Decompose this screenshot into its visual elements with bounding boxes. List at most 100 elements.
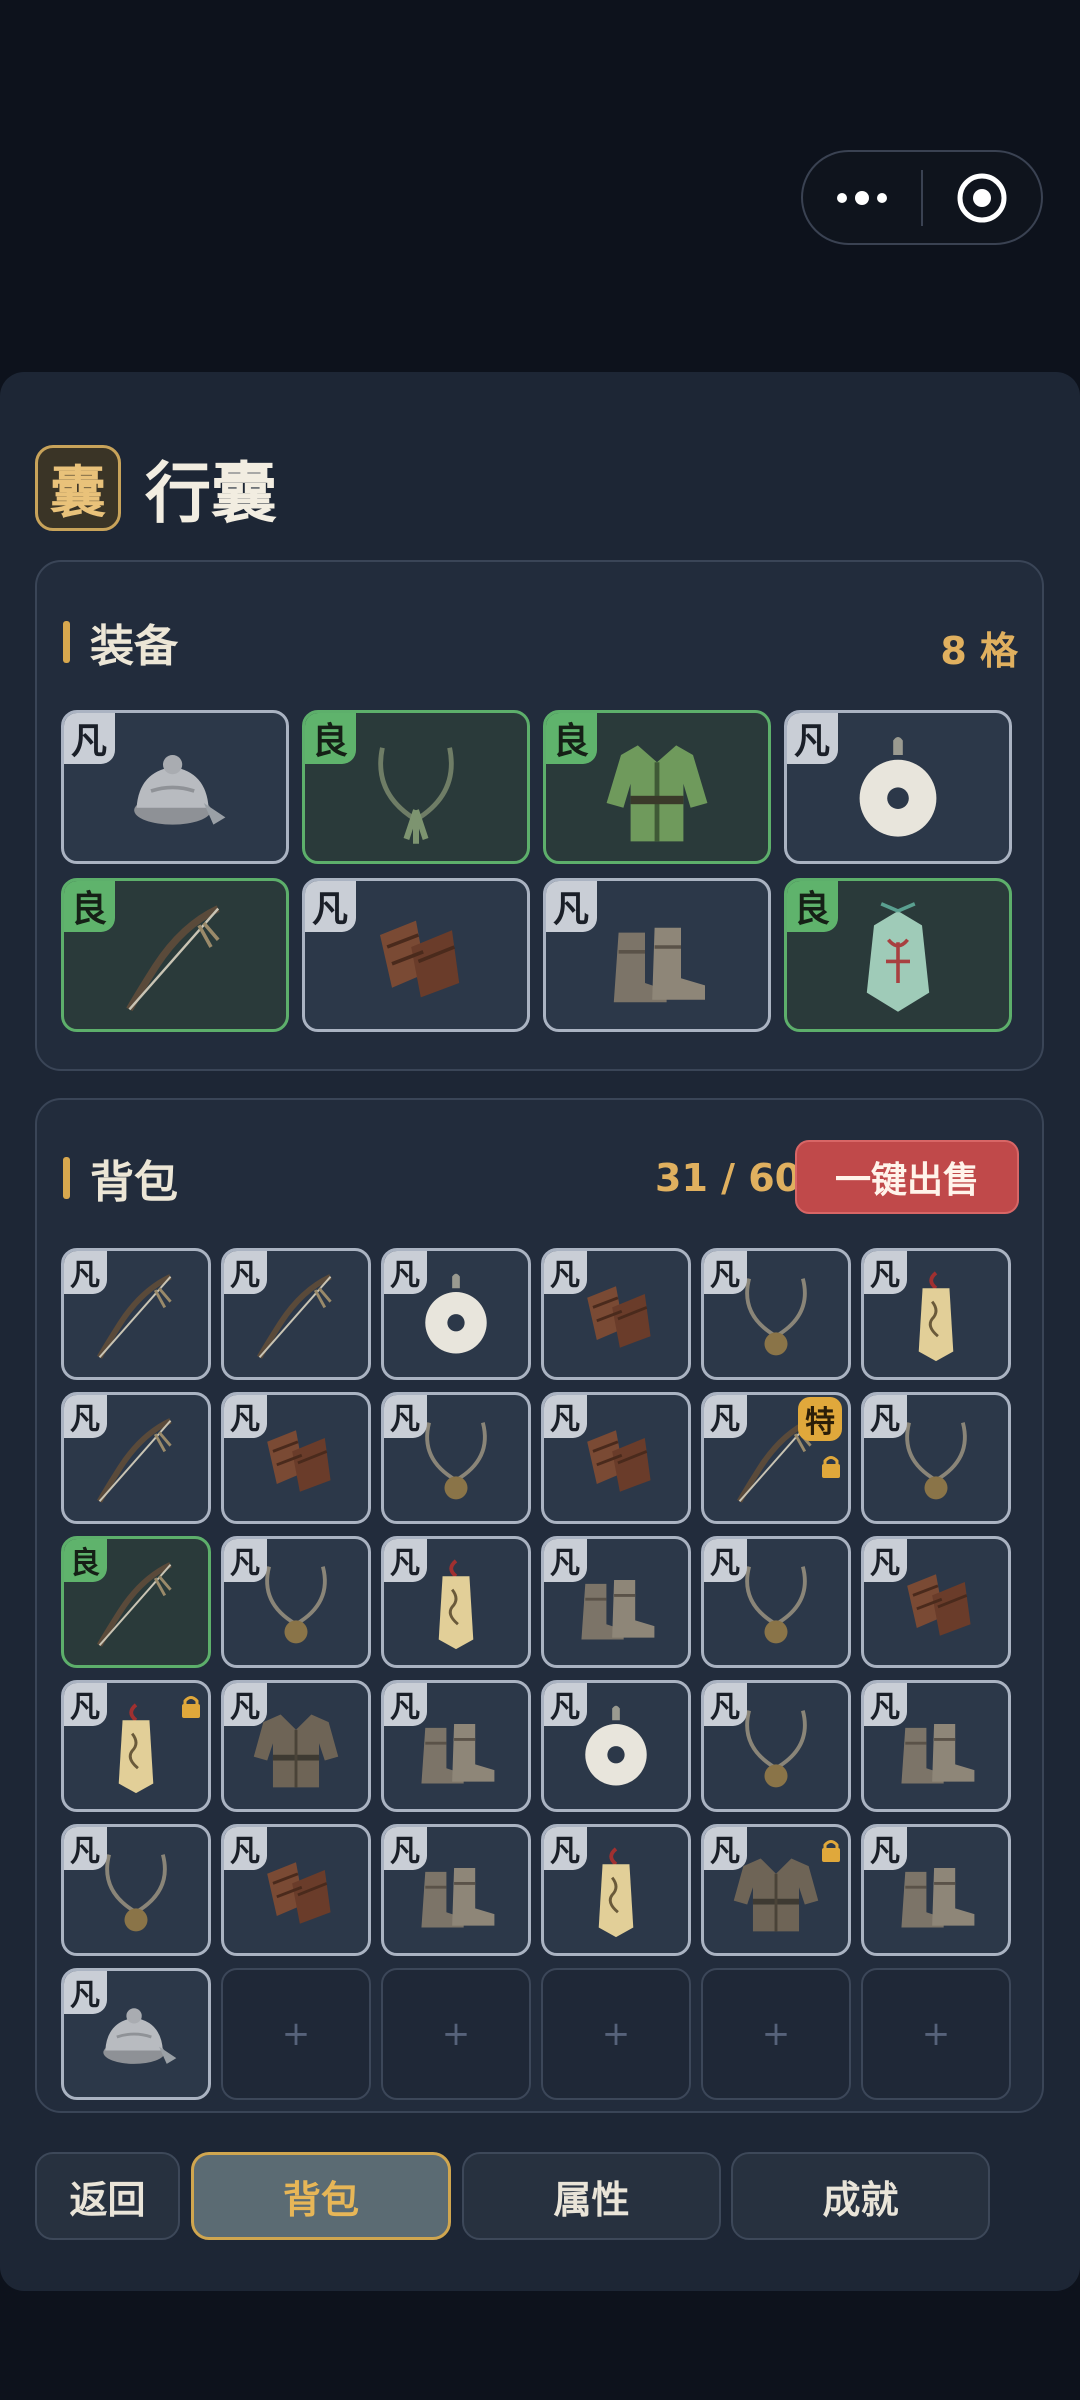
necklace-icon [356, 731, 476, 855]
bag-badge-icon: 囊 [35, 445, 121, 531]
bag-slot[interactable]: 凡 [61, 1392, 211, 1524]
grade-badge: 凡 [546, 881, 597, 932]
back-button[interactable]: 返回 [35, 2152, 180, 2240]
backpack-section: 背包 31 / 60 一键出售 凡凡凡凡凡凡凡凡凡凡凡特凡良凡凡凡凡凡凡凡凡凡凡… [35, 1098, 1044, 2113]
equipment-slot[interactable]: 良 [61, 878, 289, 1032]
hat-icon [115, 731, 235, 855]
bag-slot[interactable]: 凡 [541, 1824, 691, 1956]
equipment-slot[interactable]: 凡 [543, 878, 771, 1032]
plus-icon: + [281, 2014, 311, 2054]
equipment-title: 装备 [90, 621, 178, 672]
grade-badge: 凡 [544, 1827, 587, 1870]
bag-slot[interactable]: 凡 [861, 1248, 1011, 1380]
grade-badge: 凡 [384, 1251, 427, 1294]
grade-badge: 凡 [224, 1395, 267, 1438]
tab-backpack[interactable]: 背包 [191, 2152, 451, 2240]
grade-badge: 凡 [224, 1251, 267, 1294]
equipment-slot[interactable]: 凡 [61, 710, 289, 864]
tab-achievements[interactable]: 成就 [731, 2152, 990, 2240]
equipment-section: 装备 8 格 凡良良凡良凡凡良 [35, 560, 1044, 1071]
bag-slot[interactable]: 凡 [381, 1680, 531, 1812]
empty-bag-slot[interactable]: + [221, 1968, 371, 2100]
robe-icon [597, 731, 717, 855]
grade-badge: 凡 [384, 1539, 427, 1582]
bag-slot[interactable]: 凡 [541, 1248, 691, 1380]
grade-badge: 凡 [864, 1683, 907, 1726]
grade-badge: 凡 [544, 1395, 587, 1438]
special-badge: 特 [798, 1397, 842, 1441]
bag-slot[interactable]: 凡 [541, 1680, 691, 1812]
bag-slot[interactable]: 凡 [61, 1968, 211, 2100]
equipment-slot[interactable]: 凡 [784, 710, 1012, 864]
lock-icon [180, 1693, 202, 1719]
bag-slot[interactable]: 凡 [221, 1680, 371, 1812]
more-options-button[interactable] [803, 152, 921, 243]
section-accent-bar [63, 1157, 70, 1199]
empty-bag-slot[interactable]: + [381, 1968, 531, 2100]
bow-icon [115, 899, 235, 1023]
bag-slot[interactable]: 凡 [701, 1680, 851, 1812]
bag-slot[interactable]: 凡 [221, 1536, 371, 1668]
grade-badge: 凡 [544, 1683, 587, 1726]
bag-slot[interactable]: 凡 [221, 1248, 371, 1380]
backpack-grid: 凡凡凡凡凡凡凡凡凡凡凡特凡良凡凡凡凡凡凡凡凡凡凡凡凡凡凡凡凡凡凡 + + + + + [61, 1248, 1011, 2100]
miniprogram-capsule [801, 150, 1043, 245]
grade-badge: 凡 [704, 1251, 747, 1294]
backpack-capacity: 31 / 60 [655, 1156, 802, 1200]
bag-slot[interactable]: 凡 [381, 1392, 531, 1524]
talisman-icon [838, 899, 958, 1023]
grade-badge: 凡 [224, 1683, 267, 1726]
grade-badge: 凡 [64, 1971, 107, 2014]
bag-slot[interactable]: 凡 [541, 1536, 691, 1668]
sell-all-button[interactable]: 一键出售 [795, 1140, 1019, 1214]
bag-slot[interactable]: 凡 [61, 1248, 211, 1380]
empty-bag-slot[interactable]: + [861, 1968, 1011, 2100]
equipment-slot[interactable]: 良 [784, 878, 1012, 1032]
bag-slot[interactable]: 凡 [381, 1824, 531, 1956]
more-dots-icon [837, 190, 887, 205]
grade-badge: 凡 [384, 1683, 427, 1726]
bag-slot[interactable]: 凡 [61, 1680, 211, 1812]
bag-slot[interactable]: 凡特 [701, 1392, 851, 1524]
bag-slot[interactable]: 凡 [221, 1392, 371, 1524]
tab-attributes[interactable]: 属性 [462, 2152, 721, 2240]
bag-slot[interactable]: 凡 [701, 1248, 851, 1380]
bag-slot[interactable]: 凡 [861, 1392, 1011, 1524]
grade-badge: 凡 [864, 1395, 907, 1438]
grade-badge: 凡 [384, 1395, 427, 1438]
equipment-slot[interactable]: 凡 [302, 878, 530, 1032]
page-header: 囊 行囊 [35, 443, 277, 533]
grade-badge: 凡 [224, 1539, 267, 1582]
empty-bag-slot[interactable]: + [701, 1968, 851, 2100]
bag-slot[interactable]: 凡 [861, 1536, 1011, 1668]
page-title: 行囊 [145, 455, 277, 532]
backpack-header: 背包 [63, 1148, 178, 1208]
bag-slot[interactable]: 凡 [381, 1536, 531, 1668]
bag-slot[interactable]: 凡 [221, 1824, 371, 1956]
bag-slot[interactable]: 凡 [861, 1680, 1011, 1812]
equipment-slot[interactable]: 良 [302, 710, 530, 864]
lock-icon [820, 1453, 842, 1479]
grade-badge: 凡 [864, 1827, 907, 1870]
bag-slot[interactable]: 良 [61, 1536, 211, 1668]
plus-icon: + [601, 2014, 631, 2054]
lock-icon [820, 1837, 842, 1863]
bag-slot[interactable]: 凡 [61, 1824, 211, 1956]
bag-slot[interactable]: 凡 [541, 1392, 691, 1524]
bracers-icon [356, 899, 476, 1023]
plus-icon: + [761, 2014, 791, 2054]
bag-slot[interactable]: 凡 [701, 1536, 851, 1668]
close-miniprogram-button[interactable] [923, 152, 1041, 243]
grade-badge: 凡 [64, 713, 115, 764]
grade-badge: 凡 [544, 1251, 587, 1294]
empty-bag-slot[interactable]: + [541, 1968, 691, 2100]
backpack-title: 背包 [90, 1157, 178, 1208]
bag-slot[interactable]: 凡 [381, 1248, 531, 1380]
grade-badge: 凡 [787, 713, 838, 764]
grade-badge: 凡 [64, 1683, 107, 1726]
grade-badge: 凡 [64, 1395, 107, 1438]
bag-slot[interactable]: 凡 [861, 1824, 1011, 1956]
equipment-grid: 凡良良凡良凡凡良 [61, 710, 1012, 1032]
equipment-slot[interactable]: 良 [543, 710, 771, 864]
bag-slot[interactable]: 凡 [701, 1824, 851, 1956]
